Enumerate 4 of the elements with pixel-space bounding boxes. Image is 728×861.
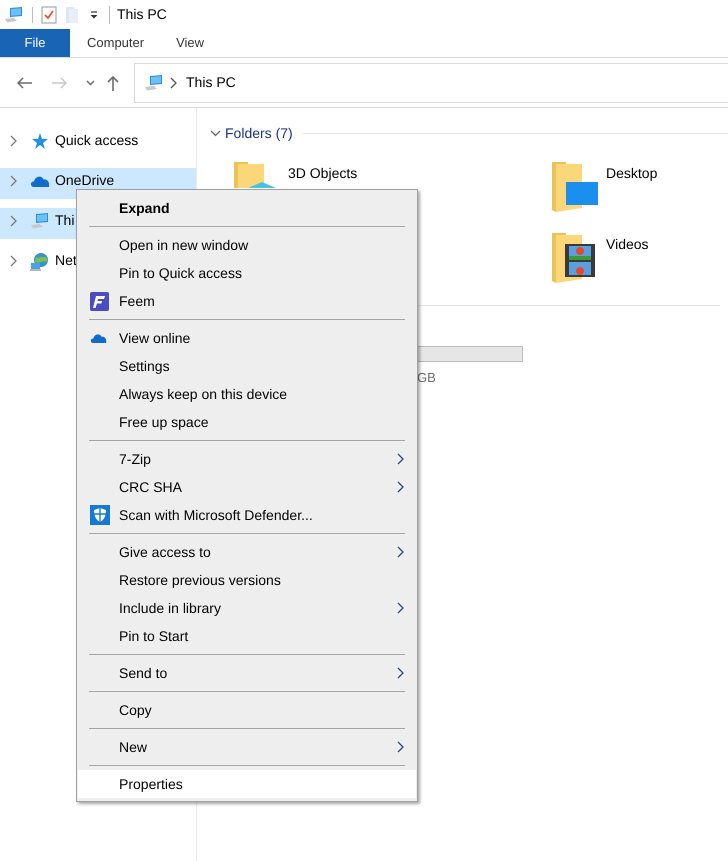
address-path: This PC bbox=[186, 73, 236, 92]
group-header: Folders (7) bbox=[225, 124, 293, 143]
drive-size-text: GB bbox=[417, 369, 437, 387]
window-title: This PC bbox=[117, 5, 167, 24]
